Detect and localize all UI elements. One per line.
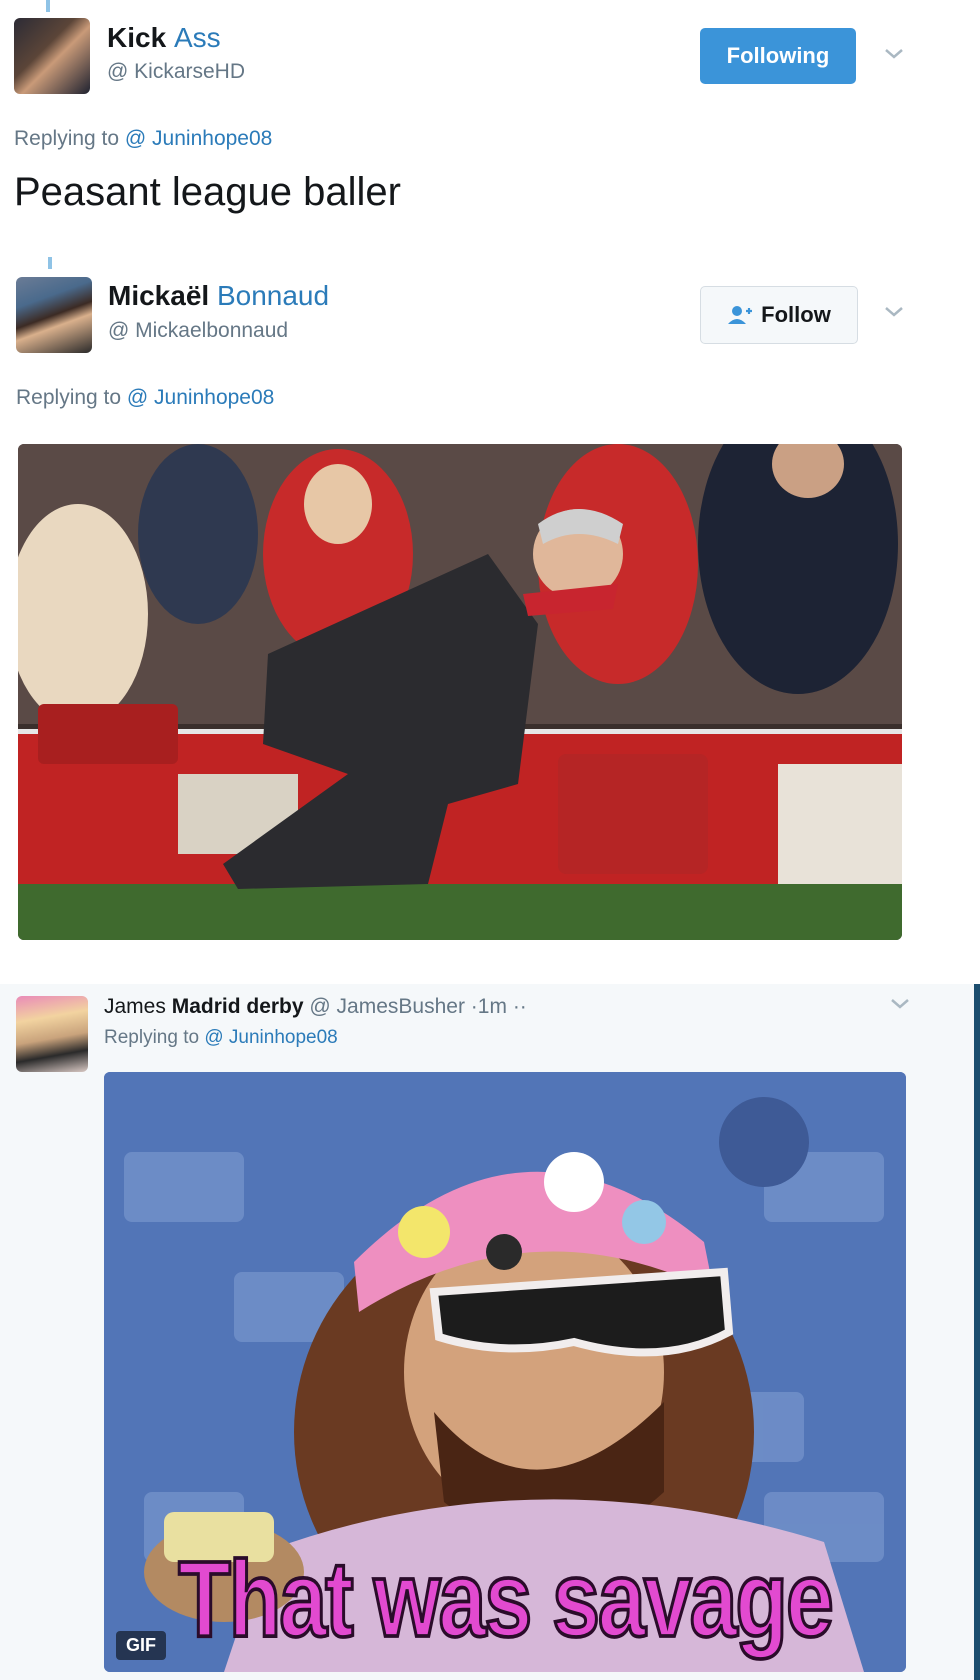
tweet-text: Peasant league baller bbox=[14, 170, 401, 214]
replying-link[interactable]: @ Juninhope08 bbox=[204, 1027, 337, 1048]
user-name[interactable]: Mickaël Bonnaud bbox=[108, 280, 329, 312]
thread-line bbox=[48, 257, 52, 269]
avatar-james[interactable] bbox=[16, 996, 88, 1072]
chevron-down-icon[interactable] bbox=[882, 42, 906, 66]
user-name[interactable]: Kick Ass bbox=[107, 22, 221, 54]
user-handle[interactable]: @ KickarseHD bbox=[107, 60, 245, 84]
add-person-icon bbox=[728, 306, 753, 324]
follow-button[interactable]: Follow bbox=[700, 286, 858, 344]
avatar-bonnaud[interactable] bbox=[16, 277, 92, 353]
replying-label: Replying to bbox=[16, 386, 122, 409]
timestamp[interactable]: ·1m bbox=[471, 995, 507, 1018]
follow-label: Follow bbox=[761, 302, 831, 327]
name-first: Mickaël bbox=[108, 280, 210, 311]
replying-to: Replying to @ Juninhope08 bbox=[14, 127, 272, 151]
scrollbar[interactable] bbox=[974, 984, 980, 1680]
replying-label: Replying to bbox=[104, 1027, 200, 1048]
more-dots: ·· bbox=[512, 995, 527, 1018]
replying-label: Replying to bbox=[14, 127, 120, 150]
name-second[interactable]: Madrid derby bbox=[172, 995, 304, 1018]
stadium-photo bbox=[18, 444, 902, 940]
replying-link[interactable]: @ Juninhope08 bbox=[127, 386, 274, 409]
tweet-header: James Madrid derby @ JamesBusher ·1m ·· bbox=[104, 995, 527, 1019]
chevron-down-icon[interactable] bbox=[888, 992, 912, 1016]
name-first[interactable]: James bbox=[104, 995, 166, 1018]
name-second: Bonnaud bbox=[216, 280, 330, 311]
name-first: Kick bbox=[107, 22, 167, 53]
tweet-photo[interactable] bbox=[18, 444, 902, 940]
thread-line bbox=[46, 0, 50, 12]
replying-to: Replying to @ Juninhope08 bbox=[104, 1027, 338, 1049]
following-button[interactable]: Following bbox=[700, 28, 856, 84]
chevron-down-icon[interactable] bbox=[882, 300, 906, 324]
name-second: Ass bbox=[173, 22, 221, 53]
user-handle[interactable]: @ JamesBusher bbox=[309, 995, 465, 1018]
avatar-kickass[interactable] bbox=[14, 18, 90, 94]
gif-caption: That was savage bbox=[177, 1538, 836, 1662]
replying-link[interactable]: @ Juninhope08 bbox=[125, 127, 272, 150]
replying-to: Replying to @ Juninhope08 bbox=[16, 386, 274, 410]
gif-badge: GIF bbox=[116, 1631, 166, 1660]
tweet-gif[interactable]: That was savage GIF bbox=[104, 1072, 906, 1672]
user-handle[interactable]: @ Mickaelbonnaud bbox=[108, 319, 288, 343]
